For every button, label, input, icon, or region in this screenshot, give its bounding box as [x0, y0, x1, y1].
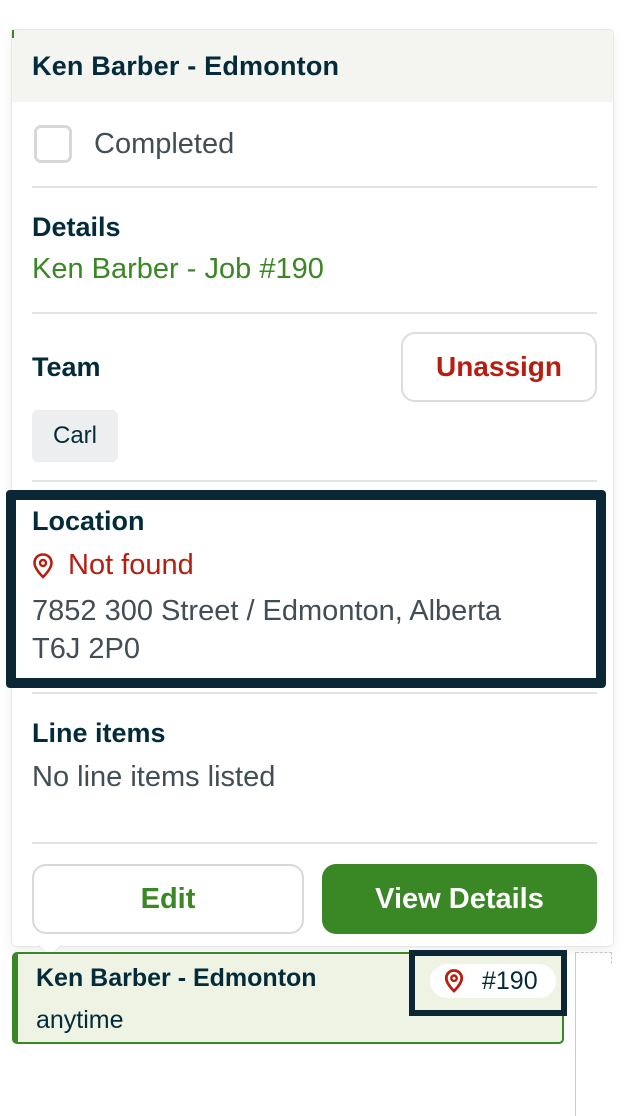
view-details-button[interactable]: View Details	[322, 864, 597, 934]
client-link[interactable]: Ken Barber	[32, 253, 179, 285]
location-status: Not found	[32, 549, 597, 582]
completed-label[interactable]: Completed	[94, 128, 234, 161]
details-separator: -	[186, 253, 197, 285]
map-pin-icon	[33, 552, 53, 579]
unassign-button[interactable]: Unassign	[401, 332, 597, 402]
visit-popover: Ken Barber - Edmonton Completed Details …	[12, 30, 613, 946]
job-link[interactable]: Job #190	[205, 253, 324, 285]
line-items-heading: Line items	[32, 718, 166, 748]
event-time: anytime	[36, 1006, 124, 1034]
map-pin-icon	[444, 969, 464, 993]
popover-actions: Edit View Details	[32, 864, 597, 934]
line-items-empty: No line items listed	[32, 761, 276, 793]
line-items-section: Line items No line items listed	[32, 694, 597, 844]
completed-row[interactable]: Completed	[32, 102, 597, 188]
team-member-chip: Carl	[32, 410, 118, 462]
details-section: Details Ken Barber - Job #190	[32, 188, 597, 314]
address-line2: T6J 2P0	[32, 633, 140, 665]
team-heading: Team	[32, 352, 101, 382]
team-section: Team Unassign Carl	[32, 314, 597, 482]
calendar-grid-line	[576, 952, 612, 953]
edit-button[interactable]: Edit	[32, 864, 304, 934]
event-badge-number: #190	[482, 966, 538, 995]
popover-header: Ken Barber - Edmonton	[12, 30, 613, 102]
location-status-text: Not found	[68, 549, 194, 581]
calendar-grid-line	[611, 952, 612, 964]
popover-accent	[12, 30, 14, 38]
location-section: Location Not found 7852 300 Street / Edm…	[32, 482, 597, 694]
address-line1: 7852 300 Street / Edmonton, Alberta	[32, 595, 502, 627]
event-location-badge: #190	[430, 964, 556, 998]
calendar-event[interactable]: Ken Barber - Edmonton anytime #190	[12, 952, 564, 1044]
details-line: Ken Barber - Job #190	[32, 253, 597, 286]
completed-checkbox[interactable]	[34, 125, 72, 163]
event-title: Ken Barber - Edmonton	[36, 964, 317, 992]
calendar-grid-line	[575, 952, 576, 1116]
location-heading: Location	[32, 506, 145, 536]
popover-title: Ken Barber - Edmonton	[32, 50, 340, 81]
address: 7852 300 Street / Edmonton, Alberta T6J …	[32, 592, 597, 668]
details-heading: Details	[32, 212, 121, 242]
